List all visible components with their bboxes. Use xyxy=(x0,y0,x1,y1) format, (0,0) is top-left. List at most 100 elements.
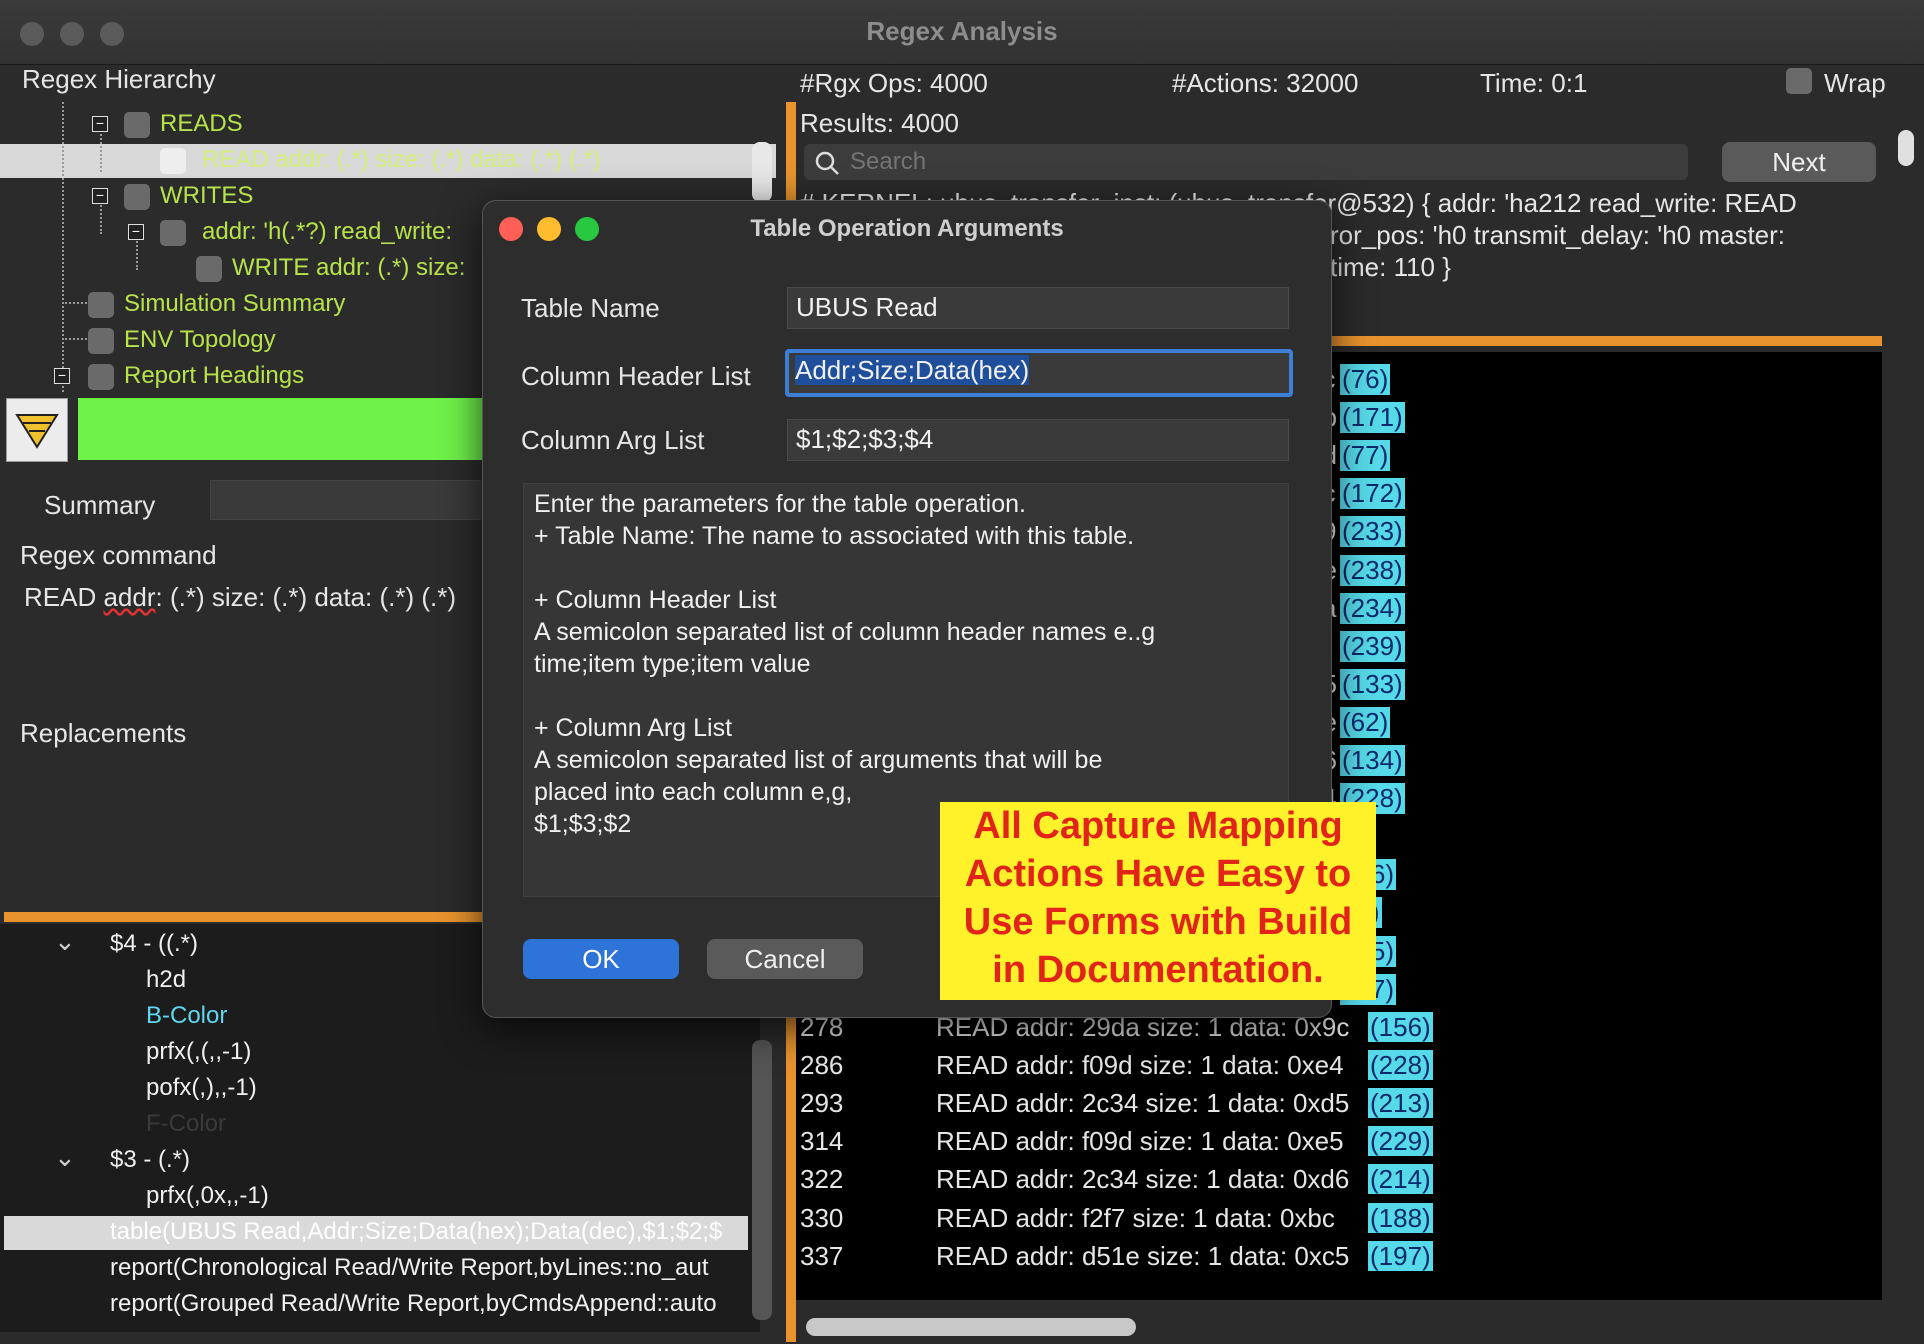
elapsed-time: Time: 0:1 xyxy=(1480,68,1588,98)
result-count-badge: (156) xyxy=(1368,1012,1433,1042)
result-count-badge: (228) xyxy=(1368,1050,1433,1081)
tree-item-report-headings[interactable]: Report Headings xyxy=(124,362,304,390)
tree-item-addr-pattern[interactable]: addr: 'h(.*?) read_write: xyxy=(202,218,452,246)
env-topology-checkbox[interactable] xyxy=(88,328,114,354)
ok-button[interactable]: OK xyxy=(523,939,679,979)
expand-reads-icon[interactable]: − xyxy=(92,116,108,132)
result-count-badge: (76) xyxy=(1340,364,1391,395)
hierarchy-label: Regex Hierarchy xyxy=(22,64,216,94)
callout-line: Use Forms with Build xyxy=(963,901,1353,943)
table-name-label: Table Name xyxy=(521,293,660,323)
rgx-ops-count: #Rgx Ops: 4000 xyxy=(800,68,988,98)
replacements-editor[interactable] xyxy=(0,754,480,906)
expand-addr-icon[interactable]: − xyxy=(128,224,144,240)
tree-scrollbar[interactable] xyxy=(752,142,772,202)
replacement-item[interactable]: F-Color xyxy=(146,1110,226,1138)
replacement-item[interactable]: $4 - ((.*) xyxy=(110,930,198,958)
tree-item-env-topology[interactable]: ENV Topology xyxy=(124,326,276,354)
expand-report-headings-icon[interactable]: − xyxy=(54,368,70,384)
replacement-item[interactable]: prfx(,0x,,-1) xyxy=(146,1182,269,1210)
table-name-input[interactable]: UBUS Read xyxy=(787,287,1289,329)
regex-command-value-word: addr xyxy=(103,582,156,612)
dialog-title: Table Operation Arguments xyxy=(750,215,1064,242)
result-count-badge: (239) xyxy=(1340,630,1405,662)
result-count-badge: (214) xyxy=(1368,1164,1433,1195)
expand-writes-icon[interactable]: − xyxy=(92,188,108,204)
column-arg-input[interactable]: $1;$2;$3;$4 xyxy=(787,419,1289,461)
left-splitter[interactable] xyxy=(4,912,482,922)
result-row[interactable]: 322 READ addr: 2c34 size: 1 data: 0xd6 (21… xyxy=(796,1164,1882,1200)
result-row[interactable]: 337 READ addr: d51e size: 1 data: 0xc5 (19… xyxy=(796,1240,1882,1277)
result-text: READ addr: f2f7 size: 1 data: 0xbc xyxy=(936,1202,1335,1233)
result-count: (197) xyxy=(1368,1240,1433,1272)
replacement-item[interactable]: B-Color xyxy=(146,1002,227,1030)
result-line-number: 293 xyxy=(800,1088,844,1119)
title-bar: Regex Analysis xyxy=(0,0,1924,65)
replacements-scrollbar[interactable] xyxy=(752,1040,772,1320)
wrap-checkbox[interactable] xyxy=(1786,68,1812,94)
replacement-item[interactable]: report(Chronological Read/Write Report,b… xyxy=(110,1254,709,1282)
doc-line: + Table Name: The name to associated wit… xyxy=(534,522,1135,550)
reads-checkbox[interactable] xyxy=(124,112,150,138)
tree-item-writes[interactable]: WRITES xyxy=(160,182,253,210)
column-header-value: Addr;Size;Data(hex) xyxy=(795,355,1030,385)
write-pattern-checkbox[interactable] xyxy=(196,256,222,282)
addr-pattern-checkbox[interactable] xyxy=(160,220,186,246)
callout-line: Actions Have Easy to xyxy=(964,853,1352,895)
right-scrollbar[interactable] xyxy=(1898,130,1914,166)
replacements-label: Replacements xyxy=(20,718,187,748)
horizontal-scroll-track xyxy=(796,1310,1882,1344)
disclosure-chevron-icon[interactable]: ⌄ xyxy=(54,1142,76,1173)
column-header-label: Column Header List xyxy=(521,361,751,391)
sim-summary-checkbox[interactable] xyxy=(88,292,114,318)
regex-analysis-window: Regex Analysis Regex Hierarchy − READS R… xyxy=(0,0,1924,1344)
replacement-item[interactable]: report(Grouped Read/Write Report,byCmdsA… xyxy=(110,1290,717,1318)
doc-line: Enter the parameters for the table opera… xyxy=(534,490,1026,518)
result-count-badge: (188) xyxy=(1368,1202,1433,1233)
result-count-badge: (238) xyxy=(1340,554,1405,586)
result-row[interactable]: 293 READ addr: 2c34 size: 1 data: 0xd5 (21… xyxy=(796,1088,1882,1124)
summary-input[interactable] xyxy=(210,480,484,520)
doc-line: A semicolon separated list of arguments … xyxy=(534,746,1103,774)
tree-item-reads[interactable]: READS xyxy=(160,110,243,138)
disclosure-chevron-icon[interactable]: ⌄ xyxy=(54,926,76,957)
callout-line: in Documentation. xyxy=(992,949,1324,991)
result-count-badge: (77) xyxy=(1340,440,1391,472)
result-count: (214) xyxy=(1368,1164,1433,1195)
column-header-input[interactable]: Addr;Size;Data(hex) xyxy=(785,349,1293,397)
report-headings-checkbox[interactable] xyxy=(88,364,114,390)
result-count-badge: (229) xyxy=(1368,1126,1433,1157)
doc-line: A semicolon separated list of column hea… xyxy=(534,618,1156,646)
result-row[interactable]: 286 READ addr: f09d size: 1 data: 0xe4 (22… xyxy=(796,1050,1882,1086)
result-line-number: 314 xyxy=(800,1126,844,1157)
result-row[interactable]: 314 READ addr: f09d size: 1 data: 0xe5 (22… xyxy=(796,1126,1882,1162)
filter-button[interactable] xyxy=(6,398,68,462)
read-pattern-checkbox[interactable] xyxy=(160,148,186,174)
replacement-item[interactable]: pofx(,),,-1) xyxy=(146,1074,257,1102)
result-text: READ addr: f09d size: 1 data: 0xe4 xyxy=(936,1050,1344,1081)
search-input[interactable] xyxy=(848,146,1672,178)
results-count: Results: 4000 xyxy=(800,108,959,138)
horizontal-scrollbar-thumb[interactable] xyxy=(806,1318,1136,1336)
writes-checkbox[interactable] xyxy=(124,184,150,210)
replacement-item[interactable]: prfx(,(,,-1) xyxy=(146,1038,251,1066)
doc-line: + Column Header List xyxy=(534,586,777,614)
doc-line xyxy=(534,680,1278,712)
result-count-badge: (133) xyxy=(1340,668,1405,700)
tree-item-read-pattern[interactable]: READ addr: (.*) size: (.*) data: (.*) (.… xyxy=(202,146,601,174)
result-count: (229) xyxy=(1368,1126,1433,1157)
cancel-button[interactable]: Cancel xyxy=(707,939,863,979)
regex-command-field[interactable]: READ addr: (.*) size: (.*) data: (.*) (.… xyxy=(0,576,480,708)
replacement-item[interactable]: h2d xyxy=(146,966,186,994)
result-text: READ addr: 2c34 size: 1 data: 0xd5 xyxy=(936,1088,1350,1119)
tree-item-write-pattern[interactable]: WRITE addr: (.*) size: xyxy=(232,254,465,282)
result-row[interactable]: 330 READ addr: f2f7 size: 1 data: 0xbc (18… xyxy=(796,1202,1882,1239)
tree-item-simulation-summary[interactable]: Simulation Summary xyxy=(124,290,345,318)
doc-line: + Column Arg List xyxy=(534,714,733,742)
result-count: (228) xyxy=(1368,1050,1433,1081)
replacement-item[interactable]: table(UBUS Read,Addr;Size;Data(hex);Data… xyxy=(110,1218,722,1246)
result-count-badge: (134) xyxy=(1340,745,1405,776)
result-line-number: 322 xyxy=(800,1164,844,1195)
next-button[interactable]: Next xyxy=(1722,142,1876,182)
replacement-item[interactable]: $3 - (.*) xyxy=(110,1146,190,1174)
